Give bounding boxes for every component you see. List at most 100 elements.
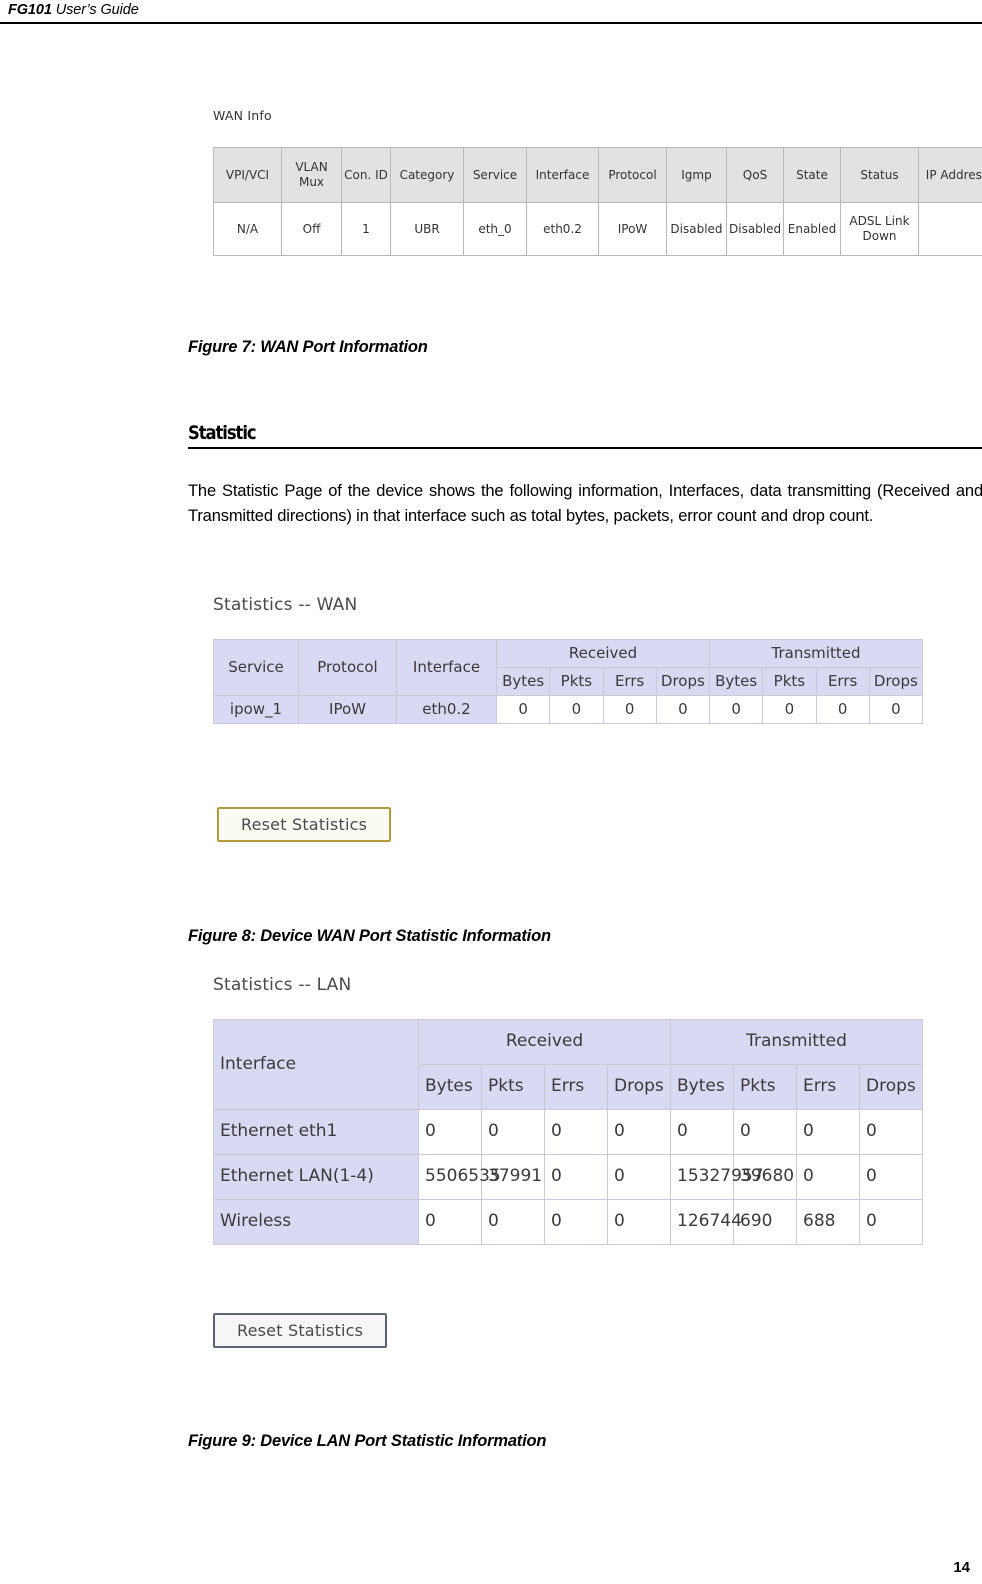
- col-received-errs: Errs: [602, 667, 657, 696]
- col-received-errs: Errs: [544, 1064, 608, 1110]
- statistic-description-paragraph: The Statistic Page of the device shows t…: [188, 482, 982, 525]
- cell-igmp: Disabled: [666, 202, 727, 256]
- col-interface: Interface: [526, 147, 599, 203]
- col-transmitted-bytes: Bytes: [708, 667, 764, 696]
- col-received-bytes: Bytes: [418, 1064, 482, 1110]
- col-protocol: Protocol: [598, 147, 667, 203]
- cell-vpi-vci: N/A: [213, 202, 282, 256]
- col-service: Service: [463, 147, 527, 203]
- cell-service: eth_0: [463, 202, 527, 256]
- wan-reset-statistics-button-wrap: Reset Statistics: [217, 807, 392, 842]
- cell-transmitted-drops: 0: [859, 1199, 923, 1245]
- statistic-section-heading: Statistic: [188, 422, 982, 449]
- col-received: Received: [496, 639, 710, 668]
- col-interface: Interface: [396, 639, 497, 696]
- cell-protocol: IPoW: [598, 202, 667, 256]
- wan-statistics-panel-title: Statistics -- WAN: [213, 595, 358, 615]
- cell-received-bytes: 0: [495, 695, 551, 724]
- cell-transmitted-bytes: 15327957: [670, 1154, 764, 1200]
- col-con-id: Con. ID: [341, 147, 391, 203]
- cell-vlan-mux: Off: [281, 202, 342, 256]
- cell-received-pkts: 0: [481, 1109, 545, 1155]
- col-received-bytes: Bytes: [495, 667, 551, 696]
- col-transmitted-bytes: Bytes: [670, 1064, 734, 1110]
- cell-received-drops: 0: [607, 1154, 671, 1200]
- cell-transmitted-errs: 0: [815, 695, 870, 724]
- cell-received-drops: 0: [655, 695, 711, 724]
- cell-received-drops: 0: [607, 1199, 671, 1245]
- col-received: Received: [418, 1019, 671, 1065]
- table-header-row-group: Interface Received Transmitted: [213, 1019, 923, 1110]
- cell-transmitted-bytes: 126744: [670, 1199, 742, 1245]
- figure-7-caption: Figure 7: WAN Port Information: [188, 338, 428, 356]
- col-transmitted: Transmitted: [709, 639, 923, 668]
- col-interface: Interface: [213, 1019, 419, 1110]
- lan-statistics-table: Interface Received Transmitted Bytes Pkt…: [213, 1019, 923, 1245]
- table-row: Ethernet eth1 0 0 0 0 0 0 0 0: [213, 1109, 923, 1155]
- col-service: Service: [213, 639, 299, 696]
- cell-transmitted-bytes: 0: [708, 695, 764, 724]
- cell-transmitted-drops: 0: [859, 1109, 923, 1155]
- header-divider: [0, 22, 982, 24]
- table-row: ipow_1 IPoW eth0.2 0 0 0 0 0 0 0 0: [213, 695, 924, 724]
- cell-transmitted-drops: 0: [868, 695, 924, 724]
- col-received-pkts: Pkts: [549, 667, 604, 696]
- cell-received-bytes: 0: [418, 1109, 482, 1155]
- figure-8-caption: Figure 8: Device WAN Port Statistic Info…: [188, 927, 551, 945]
- cell-interface: eth0.2: [396, 695, 497, 724]
- cell-received-pkts: 0: [549, 695, 604, 724]
- cell-state: Enabled: [783, 202, 841, 256]
- col-transmitted-drops: Drops: [868, 667, 924, 696]
- col-category: Category: [390, 147, 464, 203]
- cell-protocol: IPoW: [298, 695, 397, 724]
- col-qos: QoS: [726, 147, 784, 203]
- cell-received-errs: 0: [602, 695, 657, 724]
- col-received-drops: Drops: [607, 1064, 671, 1110]
- statistic-heading-text: Statistic: [188, 422, 257, 444]
- cell-received-errs: 0: [544, 1109, 608, 1155]
- col-received-drops: Drops: [655, 667, 711, 696]
- cell-transmitted-pkts: 0: [762, 695, 817, 724]
- cell-received-errs: 0: [544, 1199, 608, 1245]
- col-state: State: [783, 147, 841, 203]
- figure-9-caption: Figure 9: Device LAN Port Statistic Info…: [188, 1432, 547, 1450]
- cell-transmitted-drops: 0: [859, 1154, 923, 1200]
- table-row: Wireless 0 0 0 0 126744 690 688 0: [213, 1199, 923, 1245]
- wan-statistics-figure: Statistics -- WAN Service Protocol Inter…: [213, 595, 933, 724]
- wan-info-table: VPI/VCI VLAN Mux Con. ID Category Servic…: [213, 147, 982, 256]
- cell-transmitted-errs: 688: [796, 1199, 860, 1245]
- cell-ip-address: [918, 202, 982, 256]
- col-transmitted-errs: Errs: [815, 667, 870, 696]
- cell-transmitted-pkts: 39680: [733, 1154, 797, 1200]
- lan-statistics-figure: Statistics -- LAN Interface Received Tra…: [213, 975, 933, 1245]
- col-transmitted: Transmitted: [670, 1019, 923, 1065]
- col-igmp: Igmp: [666, 147, 727, 203]
- cell-service: ipow_1: [213, 695, 299, 724]
- cell-transmitted-errs: 0: [796, 1109, 860, 1155]
- wan-reset-statistics-button[interactable]: Reset Statistics: [217, 807, 392, 842]
- cell-qos: Disabled: [726, 202, 784, 256]
- col-vpi-vci: VPI/VCI: [213, 147, 282, 203]
- cell-transmitted-errs: 0: [796, 1154, 860, 1200]
- col-received-pkts: Pkts: [481, 1064, 545, 1110]
- page-header: FG101 User’s Guide: [0, 0, 982, 26]
- table-header-row-group: Service Protocol Interface Received Tran…: [213, 639, 923, 696]
- page-number: 14: [953, 1559, 970, 1576]
- col-ip-address: IP Address: [918, 147, 982, 203]
- cell-category: UBR: [390, 202, 464, 256]
- cell-transmitted-pkts: 690: [733, 1199, 797, 1245]
- header-title: FG101 User’s Guide: [8, 2, 139, 18]
- cell-received-drops: 0: [607, 1109, 671, 1155]
- cell-received-pkts: 0: [481, 1199, 545, 1245]
- wan-info-panel-title: WAN Info: [213, 108, 272, 123]
- cell-received-bytes: 5506535: [418, 1154, 501, 1200]
- wan-statistics-table: Service Protocol Interface Received Tran…: [213, 639, 924, 724]
- lan-statistics-panel-title: Statistics -- LAN: [213, 975, 352, 995]
- wan-info-figure: WAN Info VPI/VCI VLAN Mux Con. ID Catego…: [213, 108, 982, 256]
- lan-reset-statistics-button-wrap: Reset Statistics: [213, 1313, 388, 1348]
- lan-reset-statistics-button[interactable]: Reset Statistics: [213, 1313, 388, 1348]
- table-header-row: VPI/VCI VLAN Mux Con. ID Category Servic…: [213, 147, 982, 203]
- cell-interface: Ethernet LAN(1-4): [213, 1154, 419, 1200]
- cell-interface: eth0.2: [526, 202, 599, 256]
- cell-received-bytes: 0: [418, 1199, 482, 1245]
